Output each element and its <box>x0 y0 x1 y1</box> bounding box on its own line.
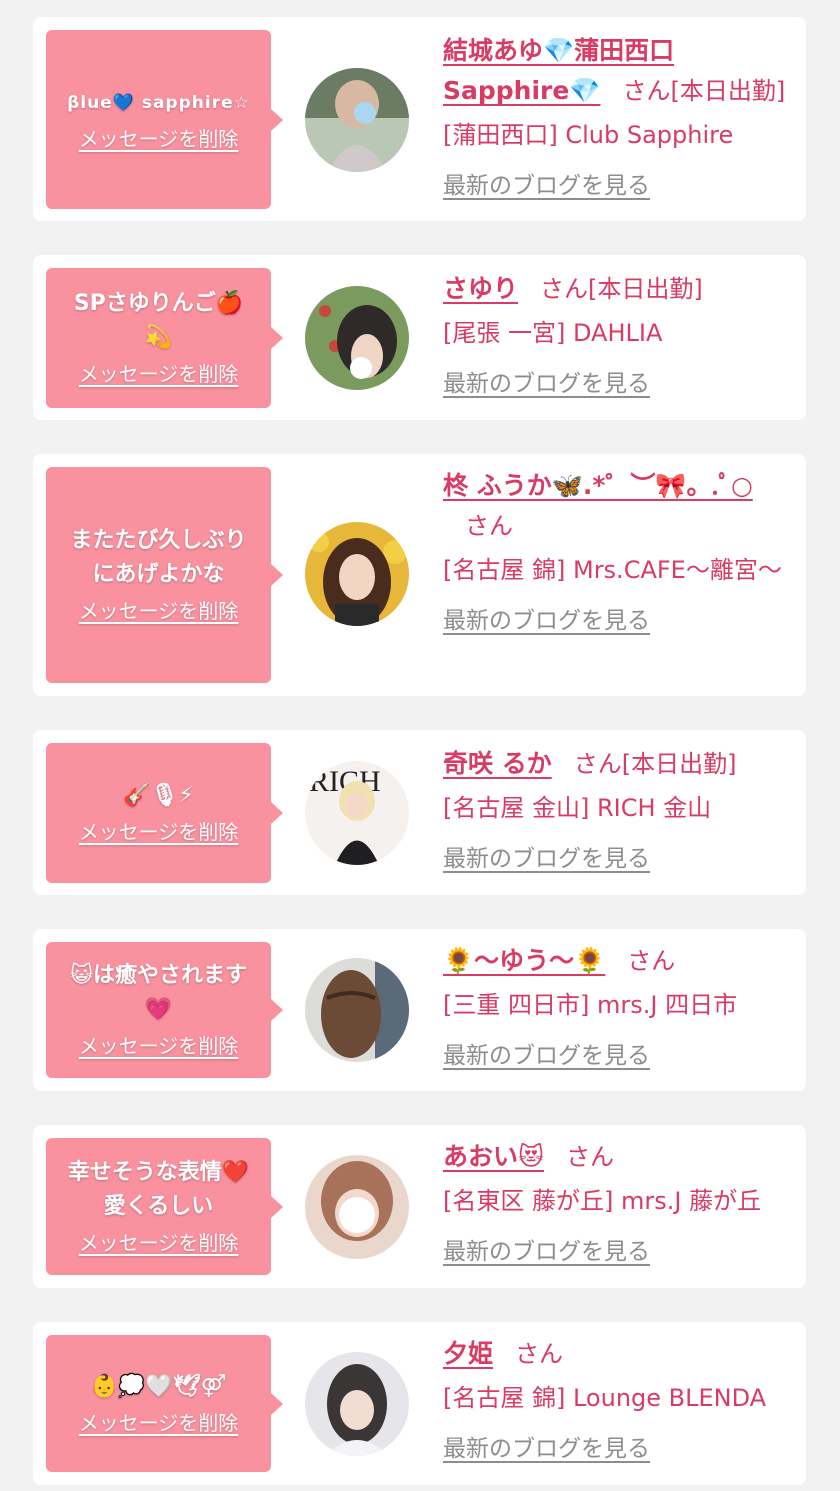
list-item: 幸せそうな表情❤️ 愛くるしい メッセージを削除 あおい😻 さん [名東区 藤が丘… <box>33 1125 806 1288</box>
list-item: 🎸🎙⚡ メッセージを削除 RICH 奇咲 るか さん[本日出勤] [名古屋 金山]… <box>33 730 806 895</box>
message-text: βlue💙 sapphire☆ <box>67 92 250 113</box>
girl-name-link[interactable]: あおい😻 <box>443 1142 544 1171</box>
delete-message-link[interactable]: メッセージを削除 <box>79 596 239 626</box>
delete-message-link[interactable]: メッセージを削除 <box>79 124 239 154</box>
name-line: あおい😻 さん <box>443 1137 794 1177</box>
message-bubble: βlue💙 sapphire☆ メッセージを削除 <box>46 30 283 209</box>
avatar-photo <box>305 68 409 172</box>
item-info: 柊 ふうか🦋.*゜︶🎀。.ﾟ○ さん [名古屋 錦] Mrs.CAFE～離宮～ 最… <box>443 466 794 638</box>
list-item: SPさゆりんご🍎 💫 メッセージを削除 さゆり さん[本日出勤] [尾張 一宮] … <box>33 255 806 420</box>
avatar[interactable] <box>305 1155 409 1259</box>
name-line: 奇咲 るか さん[本日出勤] <box>443 744 794 784</box>
shop-info: [名古屋 錦] Lounge BLENDA <box>443 1384 767 1412</box>
name-suffix: さん[本日出勤] <box>540 275 703 303</box>
name-line: さゆり さん[本日出勤] <box>443 269 794 309</box>
message-text: 幸せそうな表情❤️ 愛くるしい <box>67 1159 250 1219</box>
item-info: あおい😻 さん [名東区 藤が丘] mrs.J 藤が丘 最新のブログを見る <box>443 1137 794 1269</box>
avatar[interactable] <box>305 958 409 1062</box>
shop-info: [名東区 藤が丘] mrs.J 藤が丘 <box>443 1187 762 1215</box>
message-text: 🎸🎙⚡ <box>123 783 194 808</box>
name-line: 結城あゆ💎蒲田西口Sapphire💎 さん[本日出勤] <box>443 31 794 111</box>
message-bubble: またたび久しぶり にあげよかな メッセージを削除 <box>46 467 283 683</box>
latest-blog-link[interactable]: 最新のブログを見る <box>443 842 650 876</box>
girl-name-link[interactable]: さゆり <box>443 274 518 303</box>
name-line: 柊 ふうか🦋.*゜︶🎀。.ﾟ○ さん <box>443 466 794 546</box>
girl-name-link[interactable]: 柊 ふうか🦋.*゜︶🎀。.ﾟ○ <box>443 471 753 500</box>
name-suffix: さん <box>627 947 676 975</box>
girl-name-link[interactable]: 夕姫 <box>443 1339 493 1368</box>
delete-message-link[interactable]: メッセージを削除 <box>79 1408 239 1438</box>
list-item: 😺は癒やされます 💗 メッセージを削除 🌻～ゆう～🌻 さん [三重 四日市] mr… <box>33 929 806 1091</box>
name-line: 夕姫 さん <box>443 1334 794 1374</box>
shop-info: [三重 四日市] mrs.J 四日市 <box>443 991 738 1019</box>
latest-blog-link[interactable]: 最新のブログを見る <box>443 1039 650 1073</box>
name-line: 🌻～ゆう～🌻 さん <box>443 941 794 981</box>
item-info: 奇咲 るか さん[本日出勤] [名古屋 金山] RICH 金山 最新のブログを見る <box>443 744 794 876</box>
avatar-photo <box>305 522 409 626</box>
name-suffix: さん[本日出勤] <box>573 750 737 778</box>
message-bubble: 幸せそうな表情❤️ 愛くるしい メッセージを削除 <box>46 1138 283 1275</box>
message-text: 😺は癒やされます 💗 <box>70 963 247 1022</box>
avatar-photo <box>305 958 409 1062</box>
name-suffix: さん <box>515 1340 564 1368</box>
latest-blog-link[interactable]: 最新のブログを見る <box>443 1432 650 1466</box>
message-text: またたび久しぶり にあげよかな <box>70 528 247 587</box>
latest-blog-link[interactable]: 最新のブログを見る <box>443 1235 650 1269</box>
list-item: βlue💙 sapphire☆ メッセージを削除 結城あゆ💎蒲田西口Sapphi… <box>33 17 806 221</box>
name-suffix: さん <box>566 1143 615 1171</box>
message-bubble: 👶💭🤍🕊⚤ メッセージを削除 <box>46 1335 283 1472</box>
shop-info: [名古屋 金山] RICH 金山 <box>443 794 712 822</box>
list-item: またたび久しぶり にあげよかな メッセージを削除 柊 ふうか🦋.*゜︶🎀。.ﾟ○… <box>33 454 806 696</box>
delete-message-link[interactable]: メッセージを削除 <box>79 1228 239 1258</box>
message-text: 👶💭🤍🕊⚤ <box>90 1373 227 1399</box>
message-bubble: SPさゆりんご🍎 💫 メッセージを削除 <box>46 268 283 408</box>
girl-name-link[interactable]: 🌻～ゆう～🌻 <box>443 946 605 975</box>
favorites-list: βlue💙 sapphire☆ メッセージを削除 結城あゆ💎蒲田西口Sapphi… <box>0 0 840 1491</box>
item-info: 結城あゆ💎蒲田西口Sapphire💎 さん[本日出勤] [蒲田西口] Club S… <box>443 31 794 203</box>
message-text: SPさゆりんご🍎 💫 <box>73 291 244 350</box>
latest-blog-link[interactable]: 最新のブログを見る <box>443 169 650 203</box>
item-info: 夕姫 さん [名古屋 錦] Lounge BLENDA 最新のブログを見る <box>443 1334 794 1466</box>
avatar-photo <box>305 286 409 390</box>
shop-info: [名古屋 錦] Mrs.CAFE～離宮～ <box>443 556 782 584</box>
name-suffix: さん[本日出勤] <box>622 77 786 105</box>
message-bubble: 😺は癒やされます 💗 メッセージを削除 <box>46 942 283 1078</box>
avatar[interactable]: RICH <box>305 761 409 865</box>
latest-blog-link[interactable]: 最新のブログを見る <box>443 604 650 638</box>
delete-message-link[interactable]: メッセージを削除 <box>79 817 239 847</box>
shop-info: [尾張 一宮] DAHLIA <box>443 319 663 347</box>
name-suffix: さん <box>465 512 513 540</box>
girl-name-link[interactable]: 奇咲 るか <box>443 749 552 778</box>
shop-info: [蒲田西口] Club Sapphire <box>443 121 734 149</box>
list-item: 👶💭🤍🕊⚤ メッセージを削除 夕姫 さん [名古屋 錦] Lounge BLEND… <box>33 1322 806 1485</box>
avatar-photo <box>305 1155 409 1259</box>
avatar[interactable] <box>305 1352 409 1456</box>
item-info: さゆり さん[本日出勤] [尾張 一宮] DAHLIA 最新のブログを見る <box>443 269 794 401</box>
delete-message-link[interactable]: メッセージを削除 <box>79 359 239 389</box>
delete-message-link[interactable]: メッセージを削除 <box>79 1031 239 1061</box>
avatar-photo <box>305 1352 409 1456</box>
latest-blog-link[interactable]: 最新のブログを見る <box>443 367 650 401</box>
avatar[interactable] <box>305 68 409 172</box>
avatar-photo: RICH <box>305 761 409 865</box>
message-bubble: 🎸🎙⚡ メッセージを削除 <box>46 743 283 883</box>
avatar[interactable] <box>305 522 409 626</box>
item-info: 🌻～ゆう～🌻 さん [三重 四日市] mrs.J 四日市 最新のブログを見る <box>443 941 794 1073</box>
avatar[interactable] <box>305 286 409 390</box>
